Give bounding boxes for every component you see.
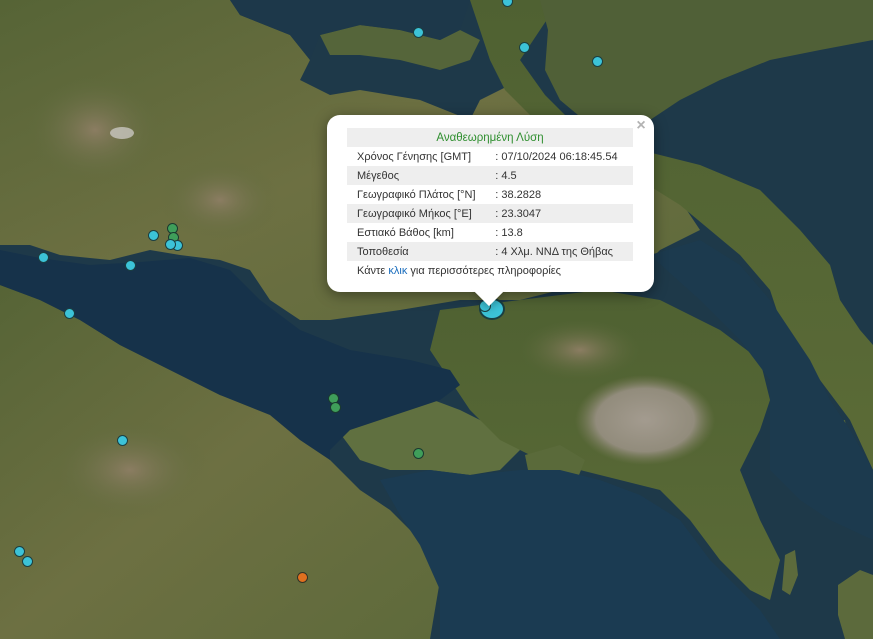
info-label: Γεωγραφικό Μήκος [°E] <box>347 204 492 223</box>
info-value: : 07/10/2024 06:18:45.54 <box>495 150 618 163</box>
info-value: : 13.8 <box>495 226 523 239</box>
info-label: Μέγεθος <box>347 166 492 185</box>
info-row: Εστιακό Βάθος [km] : 13.8 <box>347 223 633 242</box>
popup-title: Αναθεωρημένη Λύση <box>347 128 633 147</box>
mountain-2 <box>160 160 280 240</box>
info-row: Γεωγραφικό Πλάτος [°N] : 38.2828 <box>347 185 633 204</box>
info-value: : 23.3047 <box>491 204 633 223</box>
more-info-suffix: για περισσότερες πληροφορίες <box>407 264 561 277</box>
more-info-prefix: Κάντε <box>357 264 389 277</box>
close-icon[interactable]: × <box>633 118 649 134</box>
quake-marker[interactable] <box>38 252 49 263</box>
info-value: : 4.5 <box>491 166 633 185</box>
info-value: : 4 Χλμ. ΝΝΔ της Θήβας <box>491 242 633 261</box>
mountain-4 <box>520 320 640 380</box>
more-info-link[interactable]: κλικ <box>388 265 407 277</box>
popup-title-row: Αναθεωρημένη Λύση <box>347 128 633 147</box>
info-row: Τοποθεσία : 4 Χλμ. ΝΝΔ της Θήβας <box>347 242 633 261</box>
quake-info-popup: × Αναθεωρημένη Λύση Χρόνος Γένησης [GMT]… <box>327 115 654 307</box>
quake-marker[interactable] <box>148 230 159 241</box>
info-row: Μέγεθος : 4.5 <box>347 166 633 185</box>
quake-marker[interactable] <box>14 546 25 557</box>
athens-city <box>575 375 715 465</box>
quake-marker[interactable] <box>165 239 176 250</box>
info-value: : 38.2828 <box>495 188 542 201</box>
quake-marker[interactable] <box>125 260 136 271</box>
info-label: Χρόνος Γένησης [GMT] <box>357 150 472 163</box>
mountain-3 <box>50 420 210 520</box>
quake-marker[interactable] <box>519 42 530 53</box>
quake-marker[interactable] <box>297 572 308 583</box>
quake-marker[interactable] <box>413 448 424 459</box>
quake-info-table: Αναθεωρημένη Λύση Χρόνος Γένησης [GMT] :… <box>347 128 633 280</box>
more-info-row: Κάντε κλικ για περισσότερες πληροφορίες <box>347 261 633 280</box>
map-canvas[interactable] <box>0 0 873 639</box>
quake-marker[interactable] <box>117 435 128 446</box>
quake-marker[interactable] <box>592 56 603 67</box>
quake-marker[interactable] <box>413 27 424 38</box>
mountain-1 <box>25 75 165 185</box>
info-label: Τοποθεσία <box>347 242 492 261</box>
snow-peak <box>110 127 134 139</box>
info-label: Εστιακό Βάθος [km] <box>357 226 454 239</box>
info-row: Χρόνος Γένησης [GMT] : 07/10/2024 06:18:… <box>347 147 633 166</box>
info-label: Γεωγραφικό Πλάτος [°N] <box>357 188 476 201</box>
quake-marker[interactable] <box>22 556 33 567</box>
quake-marker[interactable] <box>330 402 341 413</box>
info-row: Γεωγραφικό Μήκος [°E] : 23.3047 <box>347 204 633 223</box>
quake-marker[interactable] <box>64 308 75 319</box>
